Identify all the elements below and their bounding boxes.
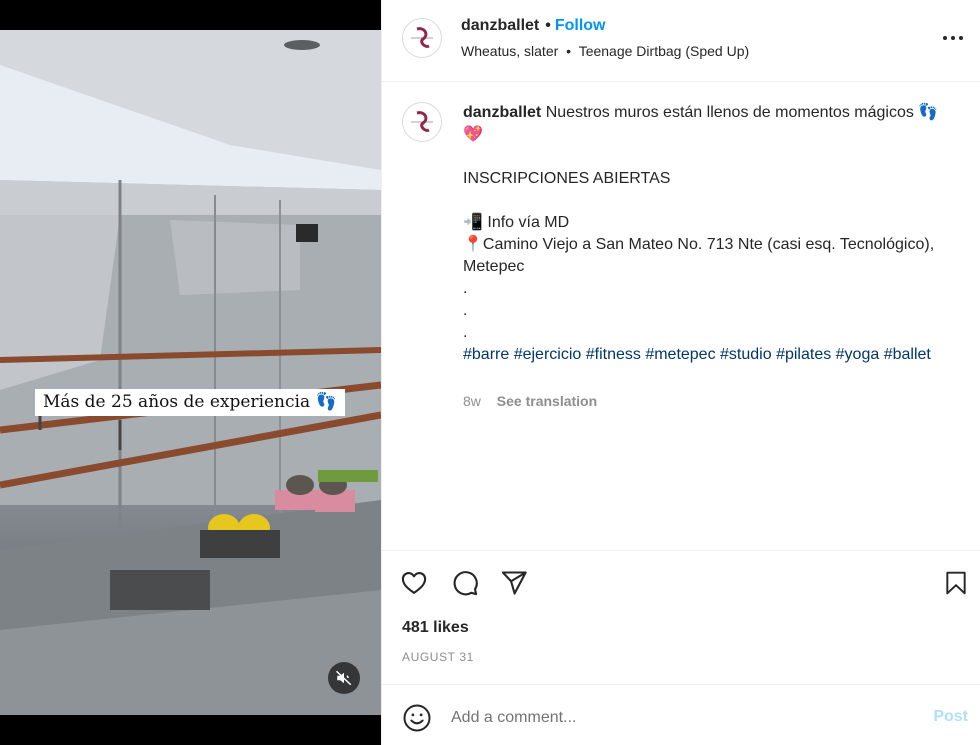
- comment-input[interactable]: [451, 705, 891, 731]
- header-title-line: danzballet • Follow: [461, 17, 606, 35]
- share-icon: [501, 571, 527, 595]
- caption-inscripciones: INSCRIPCIONES ABIERTAS: [463, 170, 671, 187]
- caption-avatar[interactable]: [402, 102, 442, 142]
- caption-dot: .: [463, 302, 468, 319]
- mute-button[interactable]: [328, 662, 360, 694]
- time-ago[interactable]: 8w: [463, 393, 481, 409]
- caption-username[interactable]: danzballet: [463, 104, 541, 121]
- speaker-muted-icon: [335, 670, 352, 686]
- save-button[interactable]: [940, 567, 972, 599]
- video-frame[interactable]: Más de 25 años de experiencia 👣: [0, 30, 381, 715]
- comment-icon: [453, 571, 478, 596]
- audio-title: Teenage Dirtbag (Sped Up): [578, 43, 750, 59]
- post-comment-button[interactable]: Post: [933, 708, 968, 726]
- caption-address: 📍Camino Viejo a San Mateo No. 713 Nte (c…: [463, 236, 935, 275]
- emoji-icon: [403, 704, 431, 732]
- caption-hashtags[interactable]: #barre #ejercicio #fitness #metepec #stu…: [463, 344, 953, 366]
- audio-attribution[interactable]: Wheatus, slater • Teenage Dirtbag (Sped …: [461, 43, 749, 59]
- follow-button[interactable]: Follow: [555, 17, 606, 34]
- audio-artist: Wheatus, slater: [461, 43, 559, 59]
- avatar[interactable]: [402, 18, 442, 58]
- likes-count[interactable]: 481 likes: [402, 619, 469, 637]
- post-caption: danzballet Nuestros muros están llenos d…: [382, 82, 980, 550]
- danzballet-logo-icon: [406, 22, 438, 54]
- caption-dot: .: [463, 280, 468, 297]
- more-options-button[interactable]: [941, 26, 965, 50]
- share-button[interactable]: [498, 567, 530, 599]
- caption-info: 📲 Info vía MD: [463, 214, 570, 231]
- more-horizontal-icon: [943, 36, 963, 40]
- post-media[interactable]: Más de 25 años de experiencia 👣: [0, 0, 381, 745]
- danzballet-logo-icon: [406, 106, 438, 138]
- video-caption-overlay: Más de 25 años de experiencia 👣: [35, 389, 345, 416]
- bookmark-icon: [946, 571, 966, 595]
- like-button[interactable]: [398, 567, 430, 599]
- header-username[interactable]: danzballet: [461, 17, 539, 34]
- header-separator: •: [545, 17, 551, 34]
- post-actions: 481 likes AUGUST 31: [382, 550, 980, 684]
- see-translation-button[interactable]: See translation: [497, 393, 597, 409]
- comment-bar: Post: [382, 684, 980, 745]
- post-details-panel: danzballet • Follow Wheatus, slater • Teen…: [381, 0, 980, 745]
- audio-separator: •: [566, 43, 572, 59]
- comment-button[interactable]: [449, 567, 481, 599]
- caption-meta: 8w See translation: [463, 393, 597, 409]
- heart-icon: [401, 572, 427, 594]
- caption-first-line: danzballet Nuestros muros están llenos d…: [463, 102, 953, 146]
- emoji-button[interactable]: [402, 703, 432, 733]
- post-date: AUGUST 31: [402, 650, 474, 664]
- post-header: danzballet • Follow Wheatus, slater • Teen…: [382, 0, 980, 82]
- caption-text: danzballet Nuestros muros están llenos d…: [463, 102, 953, 366]
- studio-scene-image: [0, 30, 381, 715]
- caption-dot: .: [463, 324, 468, 341]
